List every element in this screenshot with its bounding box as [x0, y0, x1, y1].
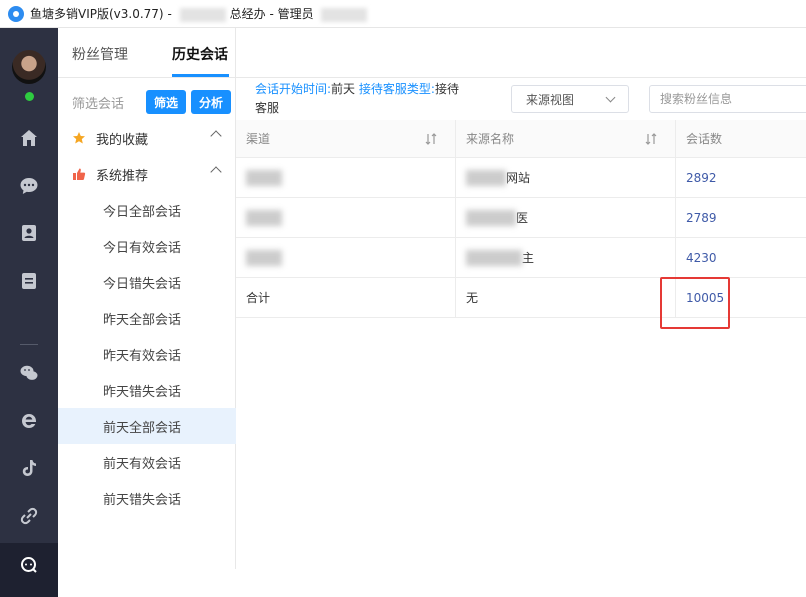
- star-icon: [73, 132, 85, 144]
- redacted-text: [466, 209, 516, 226]
- wechat-icon[interactable]: [19, 363, 39, 383]
- criteria-start-time-value: 前天: [331, 82, 356, 96]
- sidebar-group-recommended[interactable]: 系统推荐: [58, 156, 236, 192]
- cell-source: 医: [456, 198, 676, 237]
- cell-count: 4230: [686, 250, 717, 265]
- chevron-down-icon: [605, 92, 616, 103]
- chat-icon[interactable]: [19, 176, 39, 196]
- header-channel[interactable]: 渠道: [236, 120, 456, 157]
- table-row[interactable]: 医 2789: [236, 198, 806, 238]
- cell-channel: [236, 198, 456, 237]
- sidebar-group-favorites[interactable]: 我的收藏: [58, 120, 236, 156]
- filter-button[interactable]: 筛选: [145, 90, 186, 114]
- tab-bar: 粉丝管理 历史会话: [58, 28, 806, 78]
- redacted-text: [466, 249, 522, 266]
- redacted-text: [246, 209, 282, 226]
- online-status-dot: [25, 92, 34, 101]
- search-input[interactable]: [649, 85, 806, 113]
- sidebar-item-today-all[interactable]: 今日全部会话: [58, 192, 236, 228]
- chevron-up-icon[interactable]: [210, 130, 222, 142]
- redacted-text: [246, 169, 282, 186]
- analyze-button[interactable]: 分析: [191, 90, 232, 114]
- sidebar-item-yesterday-valid[interactable]: 昨天有效会话: [58, 336, 236, 372]
- tab-fans-management[interactable]: 粉丝管理: [72, 44, 128, 64]
- criteria-agent-type-key: 接待客服类型:: [358, 82, 435, 96]
- redacted-text: [466, 169, 506, 186]
- header-session-count[interactable]: 会话数: [676, 120, 806, 157]
- tiktok-icon[interactable]: [19, 458, 39, 478]
- home-icon[interactable]: [19, 128, 39, 148]
- support-chat-icon[interactable]: [19, 555, 39, 575]
- sidebar-item-daybefore-valid[interactable]: 前天有效会话: [58, 444, 236, 480]
- title-department: 总经办: [229, 7, 266, 21]
- title-redacted-user: [321, 7, 368, 22]
- filter-label: 筛选会话: [72, 96, 125, 112]
- cell-count: 2789: [686, 210, 717, 225]
- header-source-label: 来源名称: [466, 132, 515, 146]
- filter-row: 筛选会话 筛选 分析: [58, 84, 236, 120]
- sidebar-item-daybefore-all[interactable]: 前天全部会话: [58, 408, 236, 444]
- cell-total-label: 合计: [236, 278, 456, 317]
- window-title: 鱼塘多销VIP版(v3.0.77) - 总经办 - 管理员: [30, 5, 371, 22]
- contacts-icon[interactable]: [19, 223, 39, 243]
- title-redacted: [179, 7, 226, 22]
- source-name: 医: [516, 211, 529, 225]
- favorites-label: 我的收藏: [96, 132, 149, 148]
- filter-criteria: 会话开始时间:前天 接待客服类型:接待客服: [255, 80, 470, 118]
- sidebar: 筛选会话 筛选 分析 我的收藏 系统推荐 今日全部会话 今日有效会话 今日错失会…: [58, 28, 236, 569]
- avatar[interactable]: [12, 50, 46, 84]
- cell-source: 网站: [456, 158, 676, 197]
- window-titlebar: 鱼塘多销VIP版(v3.0.77) - 总经办 - 管理员: [0, 0, 806, 28]
- tab-history-sessions[interactable]: 历史会话: [172, 44, 228, 64]
- title-role: - 管理员: [269, 7, 314, 21]
- cell-channel: [236, 238, 456, 277]
- rail-divider: [20, 344, 38, 345]
- sidebar-item-daybefore-missed[interactable]: 前天错失会话: [58, 480, 236, 516]
- sidebar-item-yesterday-all[interactable]: 昨天全部会话: [58, 300, 236, 336]
- table-row[interactable]: 主 4230: [236, 238, 806, 278]
- cell-count: 2892: [686, 170, 717, 185]
- cell-total-source: 无: [456, 278, 676, 317]
- highlight-box: [660, 277, 730, 329]
- sort-icon[interactable]: [645, 133, 657, 145]
- source-view-value: 来源视图: [526, 92, 575, 107]
- sidebar-item-today-missed[interactable]: 今日错失会话: [58, 264, 236, 300]
- source-view-select[interactable]: 来源视图: [511, 85, 629, 113]
- nav-rail: [0, 28, 58, 597]
- source-name: 网站: [506, 171, 531, 185]
- title-app-name: 鱼塘多销VIP版(v3.0.77): [30, 7, 164, 21]
- header-count-label: 会话数: [686, 132, 723, 146]
- main-content: 粉丝管理 历史会话 会话开始时间:前天 接待客服类型:接待客服 来源视图 渠道 …: [58, 28, 806, 569]
- ie-browser-icon[interactable]: [19, 411, 39, 431]
- cell-channel: [236, 158, 456, 197]
- table-header: 渠道 来源名称 会话数: [236, 120, 806, 158]
- recommended-label: 系统推荐: [96, 168, 149, 184]
- thumbs-up-icon: [73, 168, 86, 180]
- link-icon[interactable]: [19, 506, 39, 526]
- notes-icon[interactable]: [19, 271, 39, 291]
- sidebar-item-yesterday-missed[interactable]: 昨天错失会话: [58, 372, 236, 408]
- redacted-text: [246, 249, 282, 266]
- source-name: 主: [522, 251, 535, 265]
- header-source-name[interactable]: 来源名称: [456, 120, 676, 157]
- header-channel-label: 渠道: [246, 132, 271, 146]
- cell-source: 主: [456, 238, 676, 277]
- table-row[interactable]: 网站 2892: [236, 158, 806, 198]
- sort-icon[interactable]: [425, 133, 437, 145]
- chevron-up-icon[interactable]: [210, 166, 222, 178]
- active-tab-indicator: [172, 74, 229, 77]
- sidebar-item-today-valid[interactable]: 今日有效会话: [58, 228, 236, 264]
- title-separator: -: [167, 7, 172, 21]
- app-logo-icon: [8, 5, 24, 22]
- criteria-start-time-key: 会话开始时间:: [255, 82, 332, 96]
